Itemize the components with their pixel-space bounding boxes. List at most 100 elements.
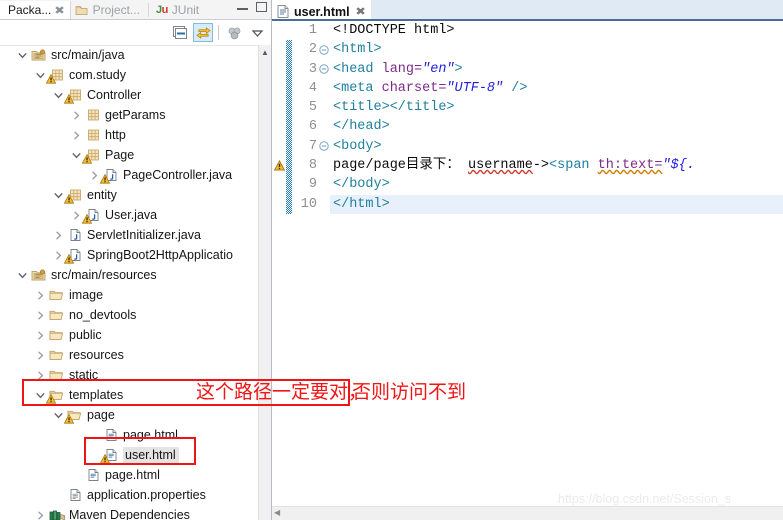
editor-tab-user-html[interactable]: user.html ✖ <box>272 0 371 21</box>
folder-icon <box>45 388 66 404</box>
close-icon[interactable]: ✖ <box>355 5 366 18</box>
tree-item[interactable]: User.java <box>0 205 257 225</box>
tree-item[interactable]: Page <box>0 145 257 165</box>
view-window-controls <box>236 1 268 13</box>
code-token: </body> <box>333 177 390 193</box>
chevron-right-icon[interactable] <box>32 511 48 520</box>
tree-item[interactable]: src/main/java <box>0 45 257 65</box>
fold-collapse-icon[interactable] <box>318 40 330 59</box>
tree-item-label: User.java <box>105 208 158 222</box>
annotation-note-path-must-match: 这个路径一定要对， <box>196 381 368 403</box>
junit-icon: Ju <box>155 4 168 16</box>
chevron-right-icon[interactable] <box>68 131 84 140</box>
tree-item[interactable]: page.html <box>0 465 257 485</box>
code-line[interactable]: </body> <box>330 175 783 194</box>
code-line[interactable]: <!DOCTYPE html> <box>330 21 783 40</box>
code-token: <body> <box>333 138 382 154</box>
view-tab-package-explorer[interactable]: Packa... ✖ <box>0 1 71 19</box>
code-line[interactable]: <html> <box>330 40 783 59</box>
view-menu-button[interactable] <box>247 23 267 42</box>
project-tree[interactable]: src/main/java com.study Controller getParam… <box>0 45 257 520</box>
code-line[interactable]: page/page目录下： username-><span th:text="$… <box>330 156 783 175</box>
editor-horizontal-scrollbar[interactable]: ◀ <box>272 506 783 520</box>
tree-item[interactable]: no_devtools <box>0 305 257 325</box>
tree-item-label: PageController.java <box>123 168 233 182</box>
tree-item[interactable]: ServletInitializer.java <box>0 225 257 245</box>
tree-item[interactable]: public <box>0 325 257 345</box>
line-number: 7 <box>308 138 317 154</box>
tree-item[interactable]: entity <box>0 185 257 205</box>
code-token: "en" <box>422 61 455 77</box>
minimize-button[interactable] <box>236 1 249 13</box>
tree-item[interactable]: application.properties <box>0 485 257 505</box>
tree-item[interactable]: PageController.java <box>0 165 257 185</box>
folder-icon <box>48 348 66 362</box>
maximize-button[interactable] <box>255 1 268 13</box>
code-line[interactable]: <body> <box>330 137 783 156</box>
annotation-ruler[interactable] <box>272 21 286 520</box>
tree-item[interactable]: page.html <box>0 425 257 445</box>
tree-item[interactable]: http <box>0 125 257 145</box>
view-tab-project-explorer[interactable]: Project... <box>71 1 145 19</box>
fold-collapse-icon[interactable] <box>318 60 330 79</box>
tree-item[interactable]: src/main/resources <box>0 265 257 285</box>
chevron-down-icon[interactable] <box>14 271 30 280</box>
tree-item[interactable]: com.study <box>0 65 257 85</box>
code-token: -> <box>532 158 550 174</box>
code-token: <meta <box>333 80 382 96</box>
fold-collapse-icon[interactable] <box>318 137 330 156</box>
scroll-left-icon[interactable]: ◀ <box>274 508 280 517</box>
tree-item[interactable]: page <box>0 405 257 425</box>
tree-vertical-scrollbar[interactable]: ▲ <box>258 45 271 520</box>
link-with-editor-button[interactable] <box>193 23 213 42</box>
scroll-up-icon[interactable]: ▲ <box>259 45 271 60</box>
library-icon <box>48 508 66 520</box>
code-token: "${. <box>662 158 695 174</box>
tree-item[interactable]: resources <box>0 345 257 365</box>
code-line[interactable]: <meta charset="UTF-8" /> <box>330 79 783 98</box>
chevron-right-icon[interactable] <box>68 111 84 120</box>
focus-task-icon <box>228 27 240 39</box>
chevron-right-icon[interactable] <box>32 331 48 340</box>
tree-item[interactable]: SpringBoot2HttpApplicatio <box>0 245 257 265</box>
folding-ruler[interactable] <box>318 21 330 520</box>
collapse-all-button[interactable] <box>170 23 190 42</box>
view-tab-label: Project... <box>92 3 140 17</box>
code-line[interactable]: <title></title> <box>330 98 783 117</box>
tree-item[interactable]: Controller <box>0 85 257 105</box>
code-line[interactable]: </head> <box>330 117 783 136</box>
chevron-right-icon[interactable] <box>32 371 48 380</box>
tree-item[interactable]: image <box>0 285 257 305</box>
code-token: charset= <box>381 80 447 96</box>
tree-item-label: page.html <box>123 428 178 442</box>
chevron-down-icon[interactable] <box>14 51 30 60</box>
code-token: <span <box>549 158 598 174</box>
tree-item[interactable]: getParams <box>0 105 257 125</box>
chevron-right-icon[interactable] <box>50 231 66 240</box>
close-icon[interactable]: ✖ <box>55 4 66 17</box>
code-text-area[interactable]: <!DOCTYPE html> <html> <head lang="en"> <me… <box>330 21 783 520</box>
view-tab-bar: Packa... ✖ Project... Ju JUnit <box>0 0 271 20</box>
focus-on-active-task-button[interactable] <box>224 23 244 42</box>
package-icon <box>81 148 102 164</box>
line-number: 10 <box>300 196 317 212</box>
code-line[interactable]: <head lang="en"> <box>330 60 783 79</box>
tree-item-label: entity <box>87 188 117 202</box>
chevron-right-icon[interactable] <box>32 351 48 360</box>
tree-item[interactable]: user.html <box>0 445 257 465</box>
folder-icon <box>48 368 66 382</box>
code-token: th:text= <box>597 158 663 174</box>
editor-tab-empty-space <box>370 0 783 21</box>
code-line[interactable]: </html> <box>330 194 783 214</box>
warning-marker-icon[interactable] <box>273 159 285 172</box>
chevron-right-icon[interactable] <box>32 311 48 320</box>
tree-item[interactable]: Maven Dependencies <box>0 505 257 520</box>
tree-item-label: page <box>87 408 115 422</box>
package-icon <box>45 68 66 84</box>
view-tab-junit[interactable]: Ju JUnit <box>152 1 204 19</box>
chevron-right-icon[interactable] <box>32 291 48 300</box>
